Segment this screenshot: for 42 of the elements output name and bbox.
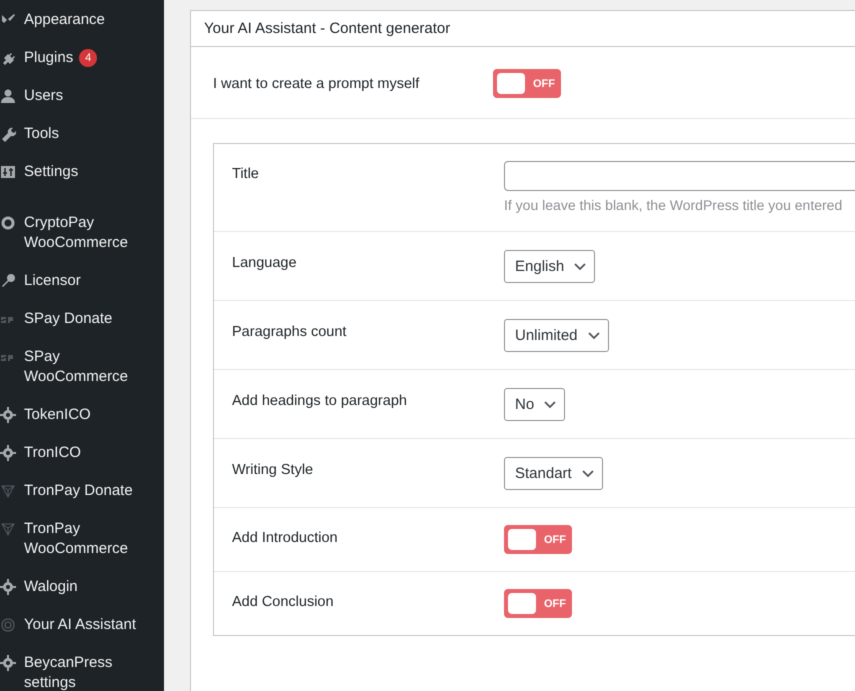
sidebar-item[interactable]: Plugins 4 (0, 44, 164, 72)
dropdown[interactable]: No (504, 388, 566, 421)
sidebar-item[interactable]: TokenICO (0, 401, 164, 429)
sidebar-item[interactable]: Users (0, 82, 164, 110)
sidebar-item[interactable]: Licensor (0, 267, 164, 295)
sidebar-item[interactable]: Walogin (0, 573, 164, 601)
toggle-label: I want to create a prompt myself (213, 76, 420, 92)
sidebar-item[interactable]: Appearance (0, 6, 164, 34)
panel-title: Your AI Assistant - Content generator (191, 11, 855, 47)
wrench-icon (0, 126, 16, 142)
sidebar-item[interactable]: BeycanPress settings (0, 649, 164, 691)
field-label: Paragraphs count (232, 324, 346, 340)
title-input[interactable] (504, 161, 855, 191)
diamond-icon (0, 521, 16, 537)
help-text: If you leave this blank, the WordPress title you entered (504, 197, 844, 213)
sidebar-item[interactable]: TronPay Donate (0, 477, 164, 505)
sidebar-item[interactable]: Tools (0, 120, 164, 148)
sidebar-item[interactable]: SPay Donate (0, 305, 164, 333)
dropdown[interactable]: Unlimited (504, 319, 609, 352)
field-label: Title (232, 166, 259, 182)
sidebar-item[interactable]: TronPay WooCommerce (0, 515, 164, 563)
sidebar-item[interactable]: Your AI Assistant (0, 611, 164, 639)
field-label: Add Conclusion (232, 594, 334, 610)
sidebar-item[interactable]: TronICO (0, 439, 164, 467)
key-icon (0, 273, 16, 289)
ring-icon (0, 215, 16, 231)
field-label: Writing Style (232, 462, 314, 478)
dropdown[interactable]: Standart (504, 457, 603, 490)
sidebar-item[interactable]: CryptoPay WooCommerce (0, 209, 164, 257)
field-label: Add headings to paragraph (232, 393, 407, 409)
chevron-down-icon (574, 262, 586, 270)
field-label: Add Introduction (232, 530, 338, 546)
diamond-icon (0, 483, 16, 499)
user-icon (0, 88, 16, 104)
field-label: Language (232, 255, 297, 271)
chevron-down-icon (588, 332, 600, 340)
sidebar-item[interactable]: SPay WooCommerce (0, 343, 164, 391)
count-badge: 4 (79, 49, 98, 67)
chevron-down-icon (544, 400, 556, 408)
sidebar-item[interactable]: Settings (0, 158, 164, 186)
chevron-down-icon (582, 470, 594, 478)
dropdown[interactable]: English (504, 250, 596, 283)
